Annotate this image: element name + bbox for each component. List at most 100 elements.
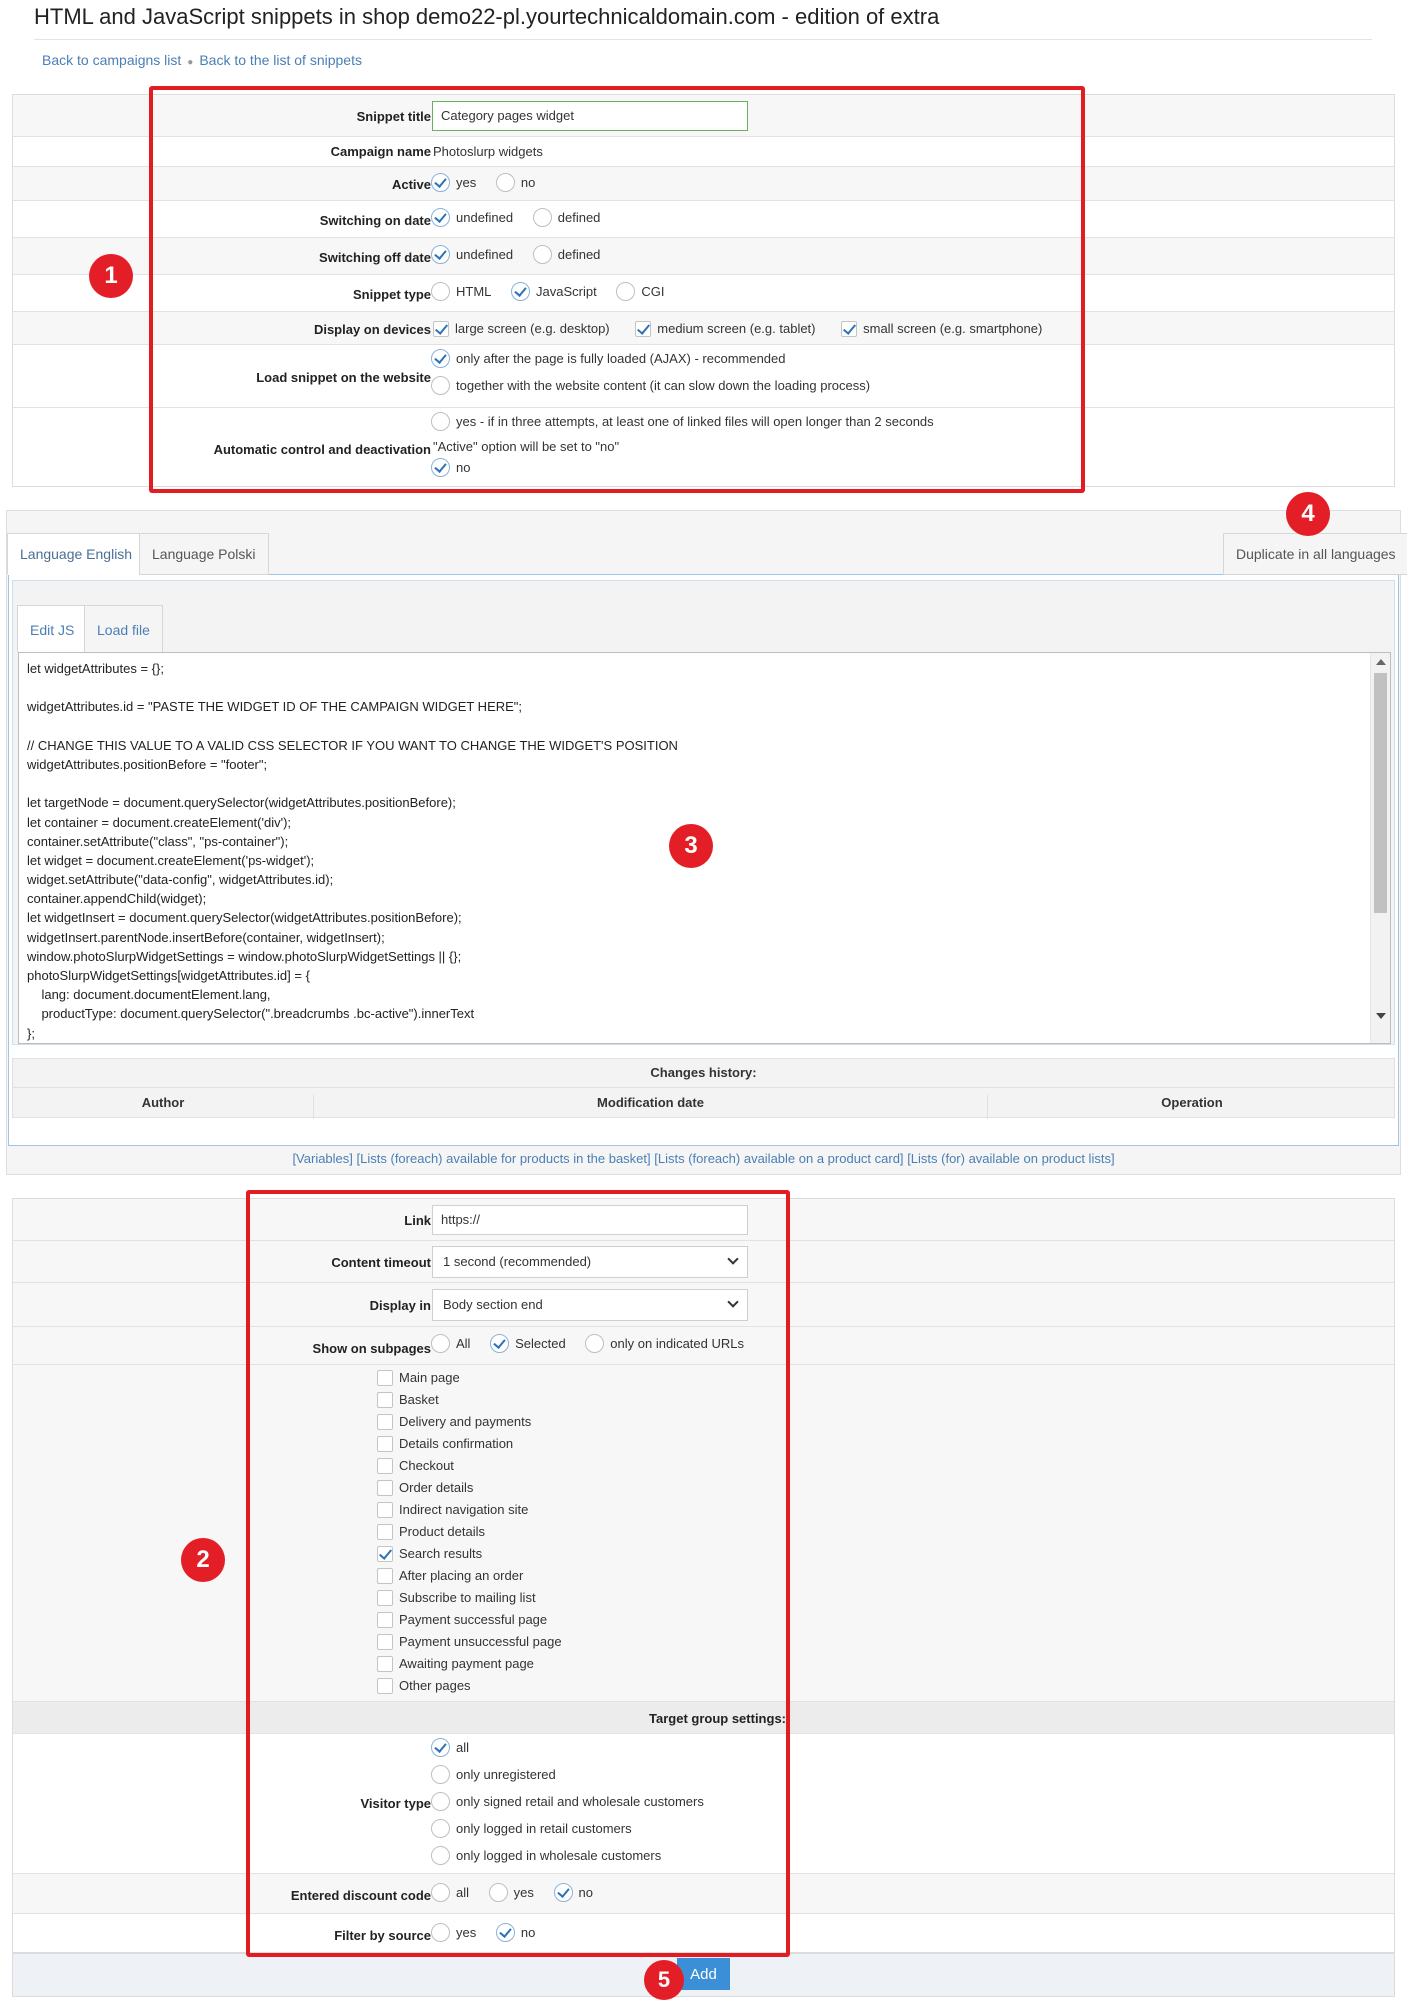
load-together-radio[interactable] <box>431 376 450 395</box>
page-checkbox[interactable] <box>377 1523 393 1540</box>
visitor-type-option[interactable]: only unregistered <box>431 1765 704 1792</box>
page-checkbox[interactable] <box>377 1589 393 1606</box>
visitor-type-radio[interactable] <box>431 1819 450 1838</box>
discount-yes-option[interactable]: yes <box>488 1883 534 1902</box>
auto-control-no-option[interactable]: no <box>431 458 470 477</box>
code-line[interactable]: let widgetInsert = document.querySelecto… <box>27 908 1382 927</box>
source-no-radio[interactable] <box>495 1923 515 1942</box>
subpages-selected-option[interactable]: Selected <box>490 1334 566 1353</box>
switching-off-undefined-option[interactable]: undefined <box>431 245 513 264</box>
page-checkbox-item[interactable]: Awaiting payment page <box>377 1655 562 1677</box>
device-small-checkbox[interactable] <box>841 320 858 337</box>
active-no-option[interactable]: no <box>495 173 535 192</box>
source-no-option[interactable]: no <box>495 1923 535 1942</box>
auto-control-no-radio[interactable] <box>431 458 450 477</box>
subpages-all-radio[interactable] <box>431 1334 450 1353</box>
code-line[interactable]: let targetNode = document.querySelector(… <box>27 793 1382 812</box>
page-checkbox[interactable] <box>377 1369 393 1386</box>
page-checkbox-item[interactable]: Payment successful page <box>377 1611 562 1633</box>
discount-all-option[interactable]: all <box>431 1883 469 1902</box>
content-timeout-select[interactable]: 1 second (recommended) <box>432 1246 748 1278</box>
code-line[interactable]: widgetInsert.parentNode.insertBefore(con… <box>27 928 1382 947</box>
discount-no-radio[interactable] <box>553 1883 573 1902</box>
duplicate-all-languages-button[interactable]: Duplicate in all languages <box>1223 533 1407 575</box>
page-checkbox-item[interactable]: Order details <box>377 1479 562 1501</box>
variables-link[interactable]: [Variables] <box>292 1151 352 1166</box>
back-to-snippets-link[interactable]: Back to the list of snippets <box>199 52 362 68</box>
page-checkbox-item[interactable]: Indirect navigation site <box>377 1501 562 1523</box>
subpages-selected-radio[interactable] <box>490 1334 510 1353</box>
device-medium-checkbox[interactable] <box>635 320 652 337</box>
switching-off-undefined-radio[interactable] <box>431 245 450 264</box>
page-checkbox-item[interactable]: Details confirmation <box>377 1435 562 1457</box>
snippet-type-html-radio[interactable] <box>431 282 450 301</box>
load-ajax-radio[interactable] <box>431 349 450 368</box>
tab-language-polski[interactable]: Language Polski <box>139 533 269 575</box>
visitor-type-radio[interactable] <box>431 1792 450 1811</box>
switching-on-undefined-radio[interactable] <box>431 208 450 227</box>
source-yes-option[interactable]: yes <box>431 1923 476 1942</box>
page-checkbox[interactable] <box>377 1677 393 1694</box>
page-checkbox-item[interactable]: After placing an order <box>377 1567 562 1589</box>
active-yes-option[interactable]: yes <box>431 173 476 192</box>
snippet-type-html-option[interactable]: HTML <box>431 282 491 301</box>
switching-on-defined-radio[interactable] <box>532 208 552 227</box>
scroll-up-icon[interactable] <box>1376 659 1386 665</box>
device-medium-option[interactable]: medium screen (e.g. tablet) <box>635 320 816 337</box>
visitor-type-option[interactable]: only logged in wholesale customers <box>431 1846 704 1873</box>
page-checkbox[interactable] <box>377 1611 393 1628</box>
subpages-indicated-radio[interactable] <box>585 1334 605 1353</box>
product-card-lists-link[interactable]: [Lists (foreach) available on a product … <box>654 1151 903 1166</box>
tab-load-file[interactable]: Load file <box>84 605 163 653</box>
active-no-radio[interactable] <box>495 173 515 192</box>
code-line[interactable]: widgetAttributes.id = "PASTE THE WIDGET … <box>27 697 1382 716</box>
device-large-checkbox[interactable] <box>433 320 449 337</box>
load-snippet-option-ajax[interactable]: only after the page is fully loaded (AJA… <box>431 349 786 368</box>
switching-off-defined-radio[interactable] <box>532 245 552 264</box>
snippet-type-cgi-option[interactable]: CGI <box>616 282 664 301</box>
page-checkbox[interactable] <box>377 1457 393 1474</box>
code-line[interactable]: let widgetAttributes = {}; <box>27 659 1382 678</box>
page-checkbox-item[interactable]: Product details <box>377 1523 562 1545</box>
page-checkbox[interactable] <box>377 1655 393 1672</box>
add-button[interactable]: Add <box>677 1958 730 1990</box>
page-checkbox[interactable] <box>377 1391 393 1408</box>
switching-off-defined-option[interactable]: defined <box>532 245 600 264</box>
active-yes-radio[interactable] <box>431 173 450 192</box>
page-checkbox-item[interactable]: Payment unsuccessful page <box>377 1633 562 1655</box>
page-checkbox[interactable] <box>377 1435 393 1452</box>
visitor-type-radio[interactable] <box>431 1846 450 1865</box>
page-checkbox[interactable] <box>377 1545 393 1562</box>
page-checkbox[interactable] <box>377 1567 393 1584</box>
code-line[interactable]: }; <box>27 1024 1382 1043</box>
page-checkbox[interactable] <box>377 1501 393 1518</box>
visitor-type-radio[interactable] <box>431 1765 450 1784</box>
page-checkbox-item[interactable]: Main page <box>377 1369 562 1391</box>
discount-all-radio[interactable] <box>431 1883 450 1902</box>
code-line[interactable]: // CHANGE THIS VALUE TO A VALID CSS SELE… <box>27 736 1382 755</box>
visitor-type-option[interactable]: only signed retail and wholesale custome… <box>431 1792 704 1819</box>
scroll-thumb[interactable] <box>1374 673 1387 913</box>
load-snippet-option-together[interactable]: together with the website content (it ca… <box>431 376 870 395</box>
page-checkbox-item[interactable]: Delivery and payments <box>377 1413 562 1435</box>
page-checkbox[interactable] <box>377 1413 393 1430</box>
visitor-type-radio[interactable] <box>431 1738 450 1757</box>
discount-no-option[interactable]: no <box>553 1883 593 1902</box>
code-line[interactable]: lang: document.documentElement.lang, <box>27 985 1382 1004</box>
code-line[interactable] <box>27 774 1382 793</box>
tab-language-english[interactable]: Language English <box>7 533 146 575</box>
snippet-type-js-radio[interactable] <box>511 282 531 301</box>
page-checkbox-item[interactable]: Other pages <box>377 1677 562 1699</box>
page-checkbox-item[interactable]: Checkout <box>377 1457 562 1479</box>
code-line[interactable]: if (!photoSlurpWidgetSettings) { <box>27 1043 1382 1044</box>
snippet-type-js-option[interactable]: JavaScript <box>511 282 597 301</box>
visitor-type-option[interactable]: only logged in retail customers <box>431 1819 704 1846</box>
product-lists-link[interactable]: [Lists (for) available on product lists] <box>907 1151 1114 1166</box>
page-checkbox[interactable] <box>377 1479 393 1496</box>
page-checkbox[interactable] <box>377 1633 393 1650</box>
code-line[interactable]: window.photoSlurpWidgetSettings = window… <box>27 947 1382 966</box>
code-line[interactable]: widget.setAttribute("data-config", widge… <box>27 870 1382 889</box>
code-line[interactable]: container.appendChild(widget); <box>27 889 1382 908</box>
page-checkbox-item[interactable]: Search results <box>377 1545 562 1567</box>
snippet-title-input[interactable]: Category pages widget <box>432 101 748 131</box>
